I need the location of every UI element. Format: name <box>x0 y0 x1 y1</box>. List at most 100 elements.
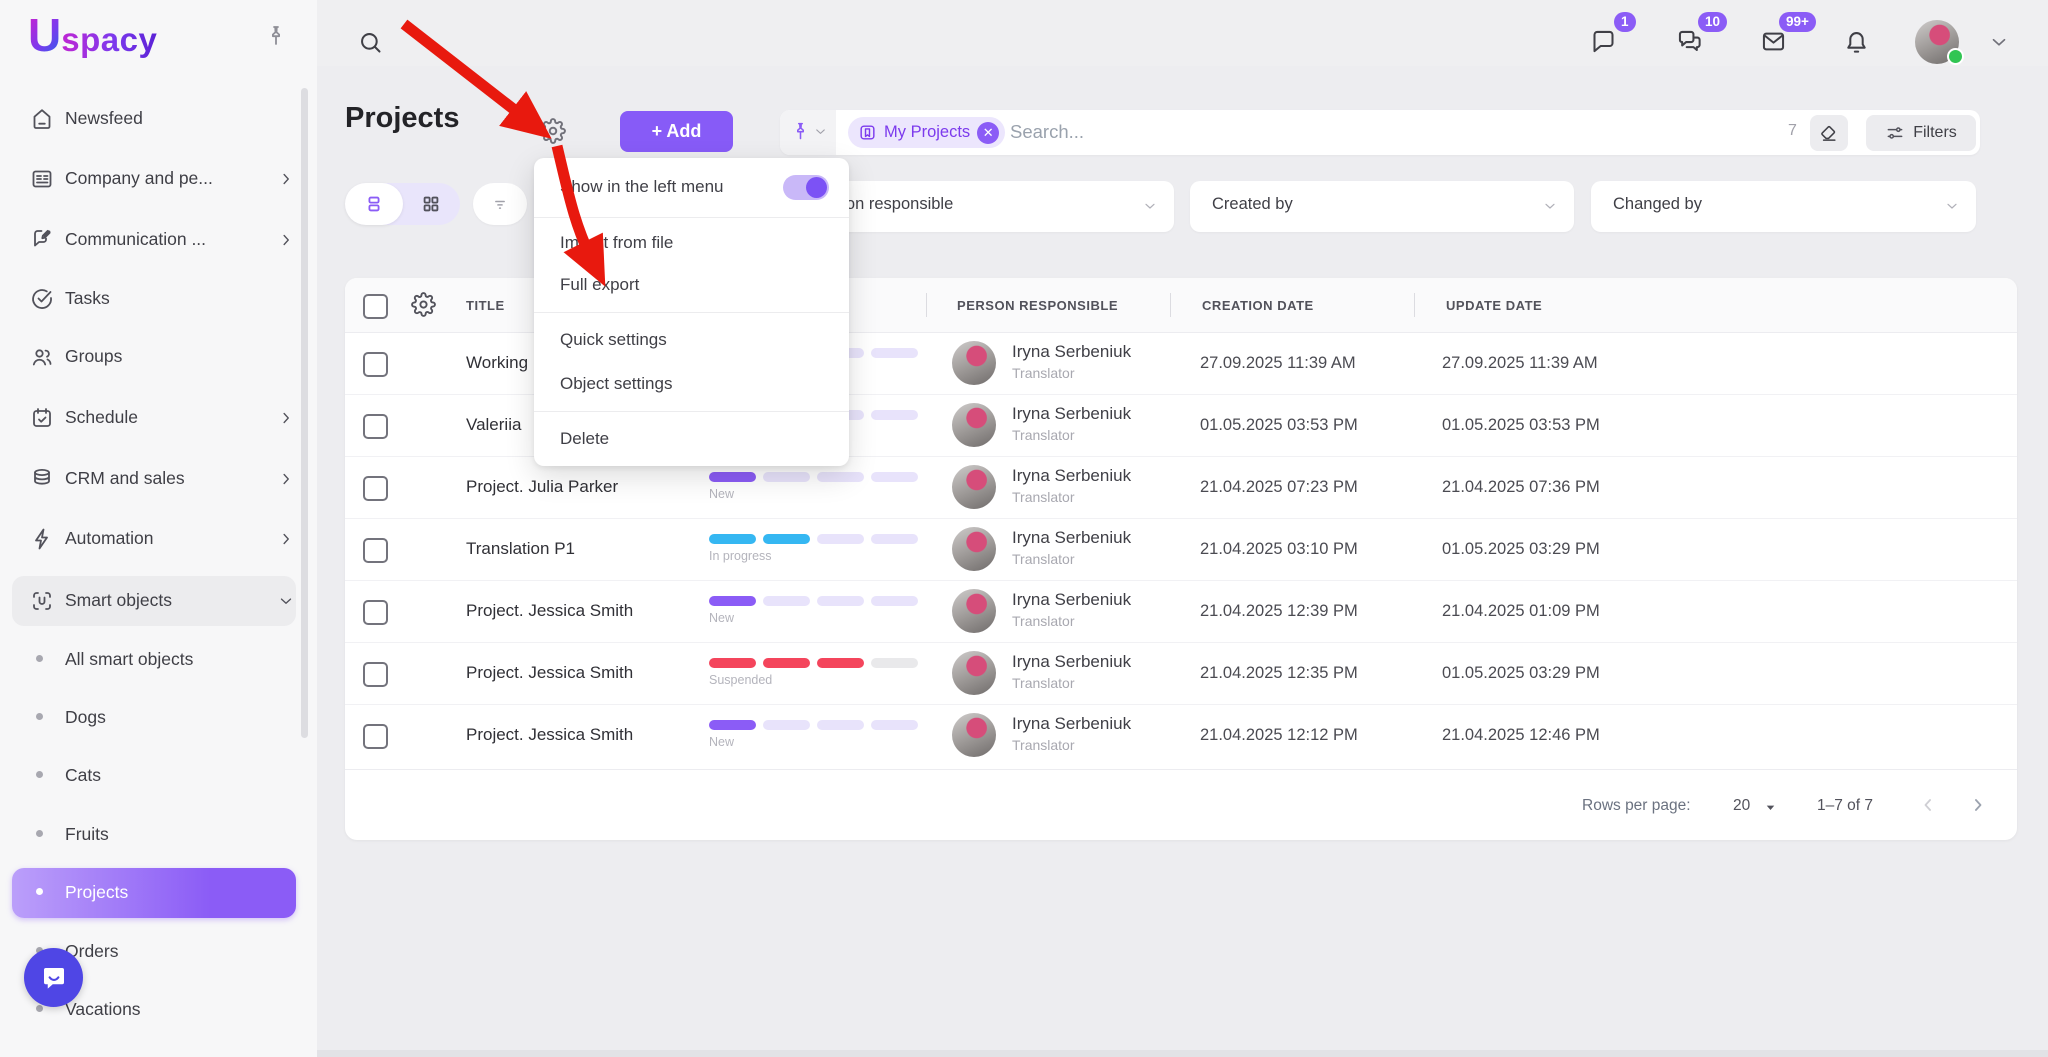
page-range: 1–7 of 7 <box>1817 797 1873 815</box>
show-in-left-menu-toggle[interactable] <box>783 175 829 200</box>
select-all-checkbox[interactable] <box>363 294 388 319</box>
column-header-person[interactable]: PERSON RESPONSIBLE <box>957 298 1118 313</box>
sidebar-item-schedule[interactable]: Schedule <box>0 396 317 440</box>
group-chat-icon[interactable] <box>1676 28 1703 55</box>
row-title[interactable]: Valeriia <box>466 415 521 435</box>
menu-item-import-from-file[interactable]: Import from file <box>534 224 849 262</box>
sidebar-subitem-dogs[interactable]: Dogs <box>0 698 317 738</box>
grid-view-button[interactable] <box>420 193 442 215</box>
support-chat-launcher[interactable] <box>24 948 83 1007</box>
bell-icon[interactable] <box>1843 28 1870 55</box>
sidebar-item-tasks[interactable]: Tasks <box>0 277 317 321</box>
chevron-down-icon <box>813 124 828 139</box>
row-title[interactable]: Project. Jessica Smith <box>466 725 633 745</box>
update-date: 27.09.2025 11:39 AM <box>1442 354 1598 373</box>
row-checkbox[interactable] <box>363 414 388 439</box>
search-icon[interactable] <box>357 29 384 56</box>
row-checkbox[interactable] <box>363 538 388 563</box>
app-root: Uspacy Newsfeed Company and pe... Commun… <box>0 0 2048 1057</box>
sidebar-item-newsfeed[interactable]: Newsfeed <box>0 97 317 141</box>
table-row[interactable]: Translation P1 In progress Iryna Serbeni… <box>345 518 2017 581</box>
sidebar-item-smart-objects-row[interactable]: Smart objects <box>0 579 317 623</box>
row-title[interactable]: Working <box>466 353 528 373</box>
column-header-title[interactable]: TITLE <box>466 298 505 313</box>
sidebar-subitem-all-smart-objects[interactable]: All smart objects <box>0 640 317 680</box>
sort-lines-icon <box>490 194 510 214</box>
column-header-creation[interactable]: CREATION DATE <box>1202 298 1314 313</box>
menu-divider <box>534 411 849 412</box>
table-settings-gear-icon[interactable] <box>411 292 436 317</box>
menu-item-quick-settings[interactable]: Quick settings <box>534 321 849 359</box>
rows-per-page-select[interactable]: 20 <box>1733 797 1750 815</box>
prev-page-icon[interactable] <box>1918 795 1938 815</box>
row-checkbox[interactable] <box>363 476 388 501</box>
add-button[interactable]: + Add <box>620 111 733 152</box>
person-name[interactable]: Iryna Serbeniuk <box>1012 590 1131 610</box>
row-title[interactable]: Project. Jessica Smith <box>466 601 633 621</box>
person-name[interactable]: Iryna Serbeniuk <box>1012 528 1131 548</box>
person-name[interactable]: Iryna Serbeniuk <box>1012 652 1131 672</box>
menu-item-show-in-left-menu[interactable]: Show in the left menu <box>534 168 849 206</box>
sidebar-item-company[interactable]: Company and pe... <box>0 157 317 201</box>
row-checkbox[interactable] <box>363 600 388 625</box>
menu-item-delete[interactable]: Delete <box>534 420 849 458</box>
person-name[interactable]: Iryna Serbeniuk <box>1012 404 1131 424</box>
mail-icon[interactable] <box>1760 28 1787 55</box>
sidebar-item-groups[interactable]: Groups <box>0 335 317 379</box>
menu-divider <box>534 217 849 218</box>
chevron-right-icon <box>277 231 295 249</box>
sidebar-item-crm[interactable]: CRM and sales <box>0 457 317 501</box>
person-role: Translator <box>1012 551 1075 567</box>
bookmark-icon <box>858 123 877 142</box>
stage-segment <box>709 658 756 668</box>
sidebar-item-automation[interactable]: Automation <box>0 517 317 561</box>
created-by-select[interactable]: Created by <box>1190 181 1574 232</box>
row-checkbox[interactable] <box>363 662 388 687</box>
my-projects-filter-chip[interactable]: My Projects ✕ <box>848 117 1005 148</box>
table-row[interactable]: Project. Jessica Smith New Iryna Serbeni… <box>345 580 2017 643</box>
table-row[interactable]: Project. Jessica Smith Suspended Iryna S… <box>345 642 2017 705</box>
uspacy-logo[interactable]: Uspacy <box>28 12 157 59</box>
stage-segment <box>871 410 918 420</box>
page-settings-gear-icon[interactable] <box>540 118 566 144</box>
person-role: Translator <box>1012 427 1075 443</box>
person-name[interactable]: Iryna Serbeniuk <box>1012 466 1131 486</box>
row-title[interactable]: Project. Jessica Smith <box>466 663 633 683</box>
row-title[interactable]: Project. Julia Parker <box>466 477 618 497</box>
stage-segment <box>817 720 864 730</box>
avatar <box>952 713 996 757</box>
chat-icon[interactable] <box>1590 28 1617 55</box>
sidebar-pin-icon[interactable] <box>264 24 288 48</box>
row-checkbox[interactable] <box>363 352 388 377</box>
saved-filter-pin-button[interactable] <box>780 110 836 155</box>
search-input[interactable]: Search... <box>1010 121 1084 143</box>
menu-item-full-export[interactable]: Full export <box>534 266 849 304</box>
chip-close-icon[interactable]: ✕ <box>977 122 999 144</box>
next-page-icon[interactable] <box>1968 795 1988 815</box>
profile-chevron-down-icon[interactable] <box>1988 31 2010 53</box>
sidebar-scrollbar[interactable] <box>301 88 308 738</box>
stage-segment <box>709 472 756 482</box>
sidebar-item-communication[interactable]: Communication ... <box>0 218 317 262</box>
row-title[interactable]: Translation P1 <box>466 539 575 559</box>
chevron-right-icon <box>277 170 295 188</box>
eraser-icon <box>1819 123 1839 143</box>
menu-item-object-settings[interactable]: Object settings <box>534 365 849 403</box>
list-view-button[interactable] <box>345 183 403 225</box>
row-checkbox[interactable] <box>363 724 388 749</box>
column-header-update[interactable]: UPDATE DATE <box>1446 298 1542 313</box>
person-name[interactable]: Iryna Serbeniuk <box>1012 714 1131 734</box>
sidebar-subitem-projects[interactable]: Projects <box>0 873 317 913</box>
clear-filters-button[interactable] <box>1810 115 1848 151</box>
sidebar-subitem-fruits[interactable]: Fruits <box>0 815 317 855</box>
person-name[interactable]: Iryna Serbeniuk <box>1012 342 1131 362</box>
pagination-bar: Rows per page: 20 1–7 of 7 <box>345 769 2017 840</box>
filters-button[interactable]: Filters <box>1866 115 1976 151</box>
changed-by-select[interactable]: Changed by <box>1591 181 1976 232</box>
avatar <box>952 465 996 509</box>
caret-down-icon[interactable] <box>1763 800 1778 815</box>
sidebar-subitem-cats[interactable]: Cats <box>0 756 317 796</box>
table-row[interactable]: Project. Jessica Smith New Iryna Serbeni… <box>345 704 2017 766</box>
stage-indicator: New <box>709 472 924 501</box>
sort-button[interactable] <box>473 183 527 225</box>
